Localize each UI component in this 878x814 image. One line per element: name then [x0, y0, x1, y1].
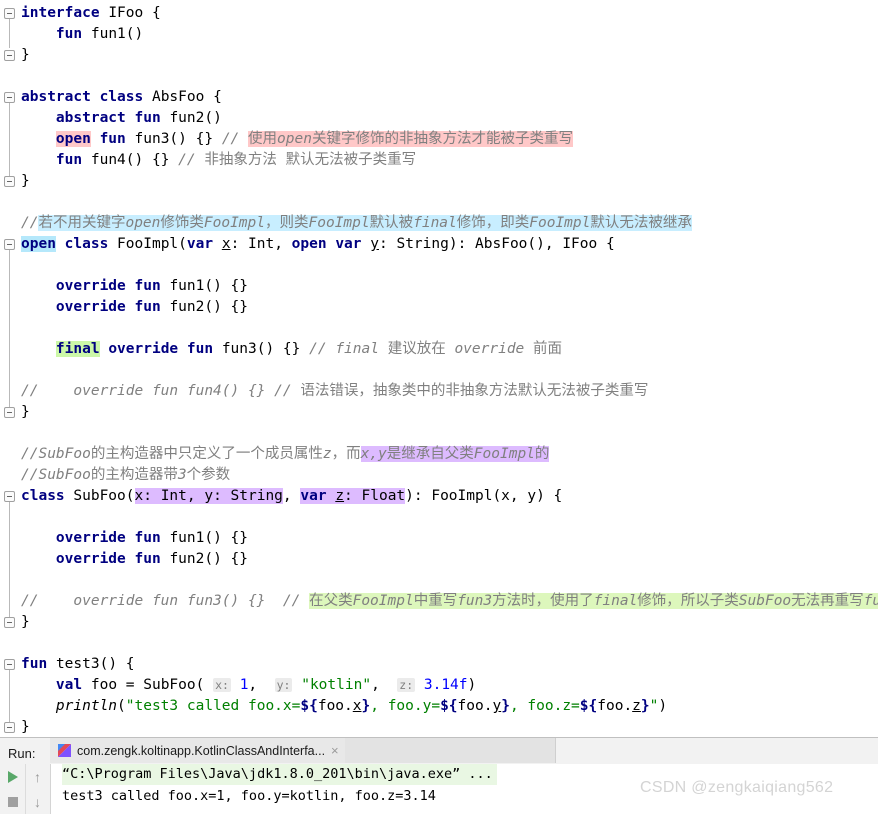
run-tab-bar[interactable]: com.zengk.koltinapp.KotlinClassAndInterf… [50, 738, 556, 763]
code-line[interactable]: } [21, 171, 30, 192]
prev-occurrence-button[interactable]: ↑ [25, 764, 50, 789]
code-line[interactable]: override fun fun2() {} [21, 549, 248, 570]
code-line[interactable]: class SubFoo(x: Int, y: String, var z: F… [21, 486, 562, 507]
comment-highlight-purple: x,y是继承自父类FooImpl的 [360, 446, 550, 462]
code-line[interactable]: interface IFoo { [21, 3, 161, 24]
param-highlight-xy: x: Int, y: String [134, 488, 283, 504]
arrow-down-icon: ↓ [34, 793, 41, 810]
editor-gutter[interactable] [0, 0, 21, 737]
run-panel-label: Run: [8, 746, 36, 761]
arrow-up-icon: ↑ [34, 768, 41, 785]
code-line[interactable]: final override fun fun3() {} // final 建议… [21, 339, 562, 360]
code-line[interactable]: //SubFoo的主构造器带3个参数 [21, 465, 230, 486]
code-line[interactable]: abstract fun fun2() [21, 108, 222, 129]
fold-rail-absfoo [9, 98, 10, 178]
comment-highlight-pink: 使用open关键字修饰的非抽象方法才能被子类重写 [248, 131, 573, 147]
code-line[interactable]: //SubFoo的主构造器中只定义了一个成员属性z，而x,y是继承自父类FooI… [21, 444, 550, 465]
rerun-button[interactable] [0, 764, 25, 789]
code-line[interactable]: } [21, 717, 30, 737]
code-line[interactable]: // override fun fun3() {} // 在父类FooImpl中… [21, 591, 878, 612]
code-line[interactable]: fun fun4() {} // 非抽象方法 默认无法被子类重写 [21, 150, 416, 171]
fold-marker-subfoo-start[interactable] [4, 491, 15, 502]
fold-rail-ifoo [9, 14, 10, 48]
keyword-final-highlight: final [55, 341, 100, 357]
code-line[interactable]: val foo = SubFoo( x: 1, y: "kotlin", z: … [21, 675, 476, 696]
code-line[interactable]: fun fun1() [21, 24, 143, 45]
param-hint-z: z: [397, 678, 416, 692]
code-line[interactable]: fun test3() { [21, 654, 135, 675]
code-line[interactable]: } [21, 612, 30, 633]
fold-rail-subfoo [9, 497, 10, 617]
fold-marker-subfoo-end[interactable] [4, 617, 15, 628]
code-line[interactable]: //若不用关键字open修饰类FooImpl，则类FooImpl默认被final… [21, 213, 692, 234]
run-tab[interactable]: com.zengk.koltinapp.KotlinClassAndInterf… [50, 738, 345, 763]
stop-button[interactable] [0, 789, 25, 814]
run-toolbar[interactable]: ↑ ↓ [0, 764, 51, 814]
fold-marker-fooimpl-start[interactable] [4, 239, 15, 250]
close-icon[interactable]: × [331, 743, 339, 758]
param-highlight-z: var z: Float [300, 488, 406, 504]
next-occurrence-button[interactable]: ↓ [25, 789, 50, 814]
keyword-open-highlight: open [55, 131, 91, 147]
run-tab-label: com.zengk.koltinapp.KotlinClassAndInterf… [77, 743, 326, 758]
code-area[interactable]: interface IFoo { fun fun1() } abstract c… [21, 0, 878, 737]
code-line[interactable]: open class FooImpl(var x: Int, open var … [21, 234, 615, 255]
fold-marker-fooimpl-end[interactable] [4, 407, 15, 418]
code-line[interactable]: override fun fun1() {} [21, 276, 248, 297]
run-tool-window[interactable]: Run: com.zengk.koltinapp.KotlinClassAndI… [0, 737, 878, 814]
console-output-line: test3 called foo.x=1, foo.y=kotlin, foo.… [62, 788, 436, 804]
console-output[interactable]: “C:\Program Files\Java\jdk1.8.0_201\bin\… [51, 764, 878, 814]
param-hint-x: x: [213, 678, 231, 692]
code-line[interactable]: override fun fun1() {} [21, 528, 248, 549]
fold-marker-test3-start[interactable] [4, 659, 15, 670]
code-line[interactable]: open fun fun3() {} // 使用open关键字修饰的非抽象方法才… [21, 129, 573, 150]
code-line[interactable]: } [21, 402, 30, 423]
code-line[interactable]: override fun fun2() {} [21, 297, 248, 318]
kotlin-logo-icon [58, 744, 71, 757]
comment-highlight-cyan: 若不用关键字open修饰类FooImpl，则类FooImpl默认被final修饰… [38, 215, 692, 231]
fold-marker-absfoo-end[interactable] [4, 176, 15, 187]
play-icon [7, 770, 18, 783]
code-line[interactable]: println("test3 called foo.x=${foo.x}, fo… [21, 696, 667, 717]
fold-marker-ifoo-start[interactable] [4, 8, 15, 19]
param-hint-y: y: [274, 678, 293, 692]
console-command-line: “C:\Program Files\Java\jdk1.8.0_201\bin\… [62, 764, 497, 785]
fold-marker-ifoo-end[interactable] [4, 50, 15, 61]
code-editor[interactable]: interface IFoo { fun fun1() } abstract c… [0, 0, 878, 737]
code-line[interactable]: } [21, 45, 30, 66]
fold-marker-absfoo-start[interactable] [4, 92, 15, 103]
stop-icon [7, 796, 18, 807]
comment-highlight-green: 在父类FooImpl中重写fun3方法时，使用了final修饰，所以子类SubF… [309, 593, 878, 609]
fold-rail-fooimpl [9, 245, 10, 407]
fold-marker-test3-end[interactable] [4, 722, 15, 733]
code-line[interactable]: // override fun fun4() {} // 语法错误，抽象类中的非… [21, 381, 648, 402]
code-line[interactable]: abstract class AbsFoo { [21, 87, 222, 108]
keyword-open-class-highlight: open [21, 236, 56, 252]
fold-rail-test3 [9, 665, 10, 722]
